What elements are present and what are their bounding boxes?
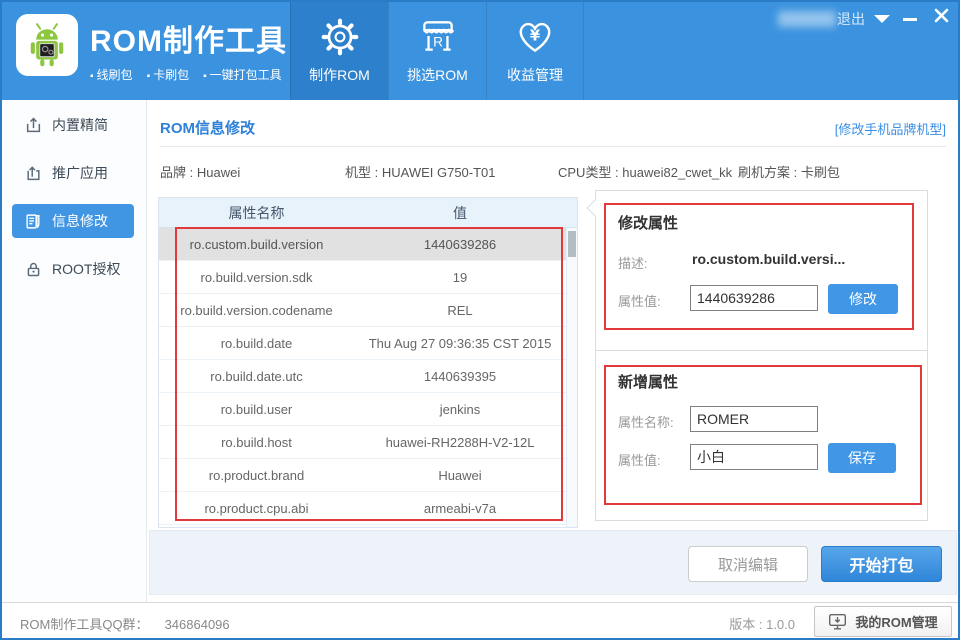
table-row[interactable]: ro.build.host huawei-RH2288H-V2-12L (159, 426, 577, 459)
add-value-input[interactable] (690, 444, 818, 470)
table-row[interactable]: ro.build.version.codename REL (159, 294, 577, 327)
column-header-name: 属性名称 (159, 203, 354, 223)
modify-value-input[interactable] (690, 285, 818, 311)
svg-text:R: R (433, 34, 443, 49)
gear-icon (319, 16, 361, 58)
box-upload-icon (25, 117, 42, 134)
qq-group-number: 346864096 (165, 617, 230, 632)
sidebar-item-label: 内置精简 (52, 115, 108, 135)
username-redacted (778, 11, 836, 27)
title-divider (160, 146, 946, 147)
footer-bar: ROM制作工具QQ群：346864096 版本 : 1.0.0 我的ROM管理 (0, 602, 960, 640)
header-bar: ROM制作工具 线刷包 卡刷包 一键打包工具 制作ROM (0, 0, 960, 100)
nav-revenue[interactable]: ¥ 收益管理 (486, 0, 584, 100)
nav-label: 收益管理 (507, 65, 563, 85)
desc-value: ro.custom.build.versi... (692, 251, 845, 267)
table-header: 属性名称 值 (159, 198, 577, 228)
add-name-input[interactable] (690, 406, 818, 432)
subtitle-item: 线刷包 (90, 66, 133, 83)
modify-value-label: 属性值: (618, 291, 661, 310)
desc-label: 描述: (618, 253, 648, 272)
body-area: 内置精简 推广应用 信 (0, 100, 960, 602)
heart-yuan-icon: ¥ (514, 16, 556, 58)
table-row[interactable]: ro.build.date.utc 1440639395 (159, 360, 577, 393)
my-rom-manage-button[interactable]: 我的ROM管理 (814, 606, 952, 637)
modify-button[interactable]: 修改 (828, 284, 898, 314)
scrollbar-thumb[interactable] (568, 231, 576, 257)
table-row[interactable]: ro.build.version.sdk 19 (159, 261, 577, 294)
app-title: ROM制作工具 (90, 16, 287, 60)
monitor-download-icon (828, 613, 847, 631)
edit-brand-model-link[interactable]: [修改手机品牌机型] (835, 119, 946, 138)
document-edit-icon (25, 213, 42, 230)
nav-make-rom[interactable]: 制作ROM (290, 0, 388, 100)
page-title: ROM信息修改 (160, 117, 255, 138)
device-brand: 品牌 : Huawei (160, 162, 240, 181)
sidebar-item-builtin-trim[interactable]: 内置精简 (12, 108, 134, 142)
close-button[interactable] (934, 8, 949, 28)
sidebar-item-label: 信息修改 (52, 211, 108, 231)
user-menu-caret-icon[interactable] (874, 15, 890, 23)
sidebar-item-promote-apps[interactable]: 推广应用 (12, 156, 134, 190)
android-robot-icon (19, 17, 75, 73)
app-subtitle: 线刷包 卡刷包 一键打包工具 (90, 66, 287, 83)
table-row[interactable]: ro.build.user jenkins (159, 393, 577, 426)
device-cpu-type: CPU类型 : huawei82_cwet_kk (558, 162, 732, 181)
svg-text:¥: ¥ (530, 27, 541, 44)
table-scrollbar[interactable] (566, 228, 577, 527)
column-header-value: 值 (354, 203, 577, 223)
main-content: ROM信息修改 [修改手机品牌机型] 品牌 : Huawei 机型 : HUAW… (147, 100, 960, 602)
qq-group-info: ROM制作工具QQ群：346864096 (20, 614, 230, 633)
nav-pick-rom[interactable]: R 挑选ROM (388, 0, 486, 100)
app-title-block: ROM制作工具 线刷包 卡刷包 一键打包工具 (90, 16, 287, 83)
modify-section-title: 修改属性 (618, 212, 678, 233)
top-nav: 制作ROM R 挑选ROM ¥ 收益管理 (290, 0, 584, 100)
table-row[interactable]: ro.product.brand Huawei (159, 459, 577, 492)
box-promote-icon (25, 165, 42, 182)
nav-label: 挑选ROM (407, 65, 468, 85)
sidebar-item-root-auth[interactable]: ROOT授权 (12, 252, 134, 286)
table-row[interactable]: ro.build.date Thu Aug 27 09:36:35 CST 20… (159, 327, 577, 360)
logout-link[interactable]: 退出 (837, 9, 865, 29)
nav-label: 制作ROM (309, 65, 370, 85)
app-logo (16, 14, 78, 76)
sidebar-item-info-edit[interactable]: 信息修改 (12, 204, 134, 238)
flash-scheme: 刷机方案 : 卡刷包 (738, 162, 840, 181)
rom-shop-icon: R (417, 16, 459, 58)
sidebar: 内置精简 推广应用 信 (0, 100, 147, 602)
sidebar-item-label: ROOT授权 (52, 259, 120, 279)
device-model: 机型 : HUAWEI G750-T01 (345, 162, 496, 181)
add-section-title: 新增属性 (618, 371, 678, 392)
start-package-button[interactable]: 开始打包 (821, 546, 942, 582)
subtitle-item: 卡刷包 (147, 66, 190, 83)
sidebar-item-label: 推广应用 (52, 163, 108, 183)
table-row[interactable]: ro.product.cpu.abi armeabi-v7a (159, 492, 577, 525)
cancel-edit-button[interactable]: 取消编辑 (688, 546, 808, 582)
table-row[interactable]: ro.custom.build.version 1440639286 (159, 228, 577, 261)
version-label: 版本 : 1.0.0 (729, 614, 795, 633)
minimize-button[interactable] (903, 18, 917, 21)
panel-divider (595, 350, 928, 351)
subtitle-item: 一键打包工具 (203, 66, 282, 83)
property-table: 属性名称 值 ro.custom.build.version 144063928… (158, 197, 578, 528)
close-icon (934, 8, 949, 23)
lock-icon (25, 261, 42, 278)
app-window: ROM制作工具 线刷包 卡刷包 一键打包工具 制作ROM (0, 0, 960, 640)
save-button[interactable]: 保存 (828, 443, 896, 473)
add-name-label: 属性名称: (618, 412, 674, 431)
add-value-label: 属性值: (618, 450, 661, 469)
